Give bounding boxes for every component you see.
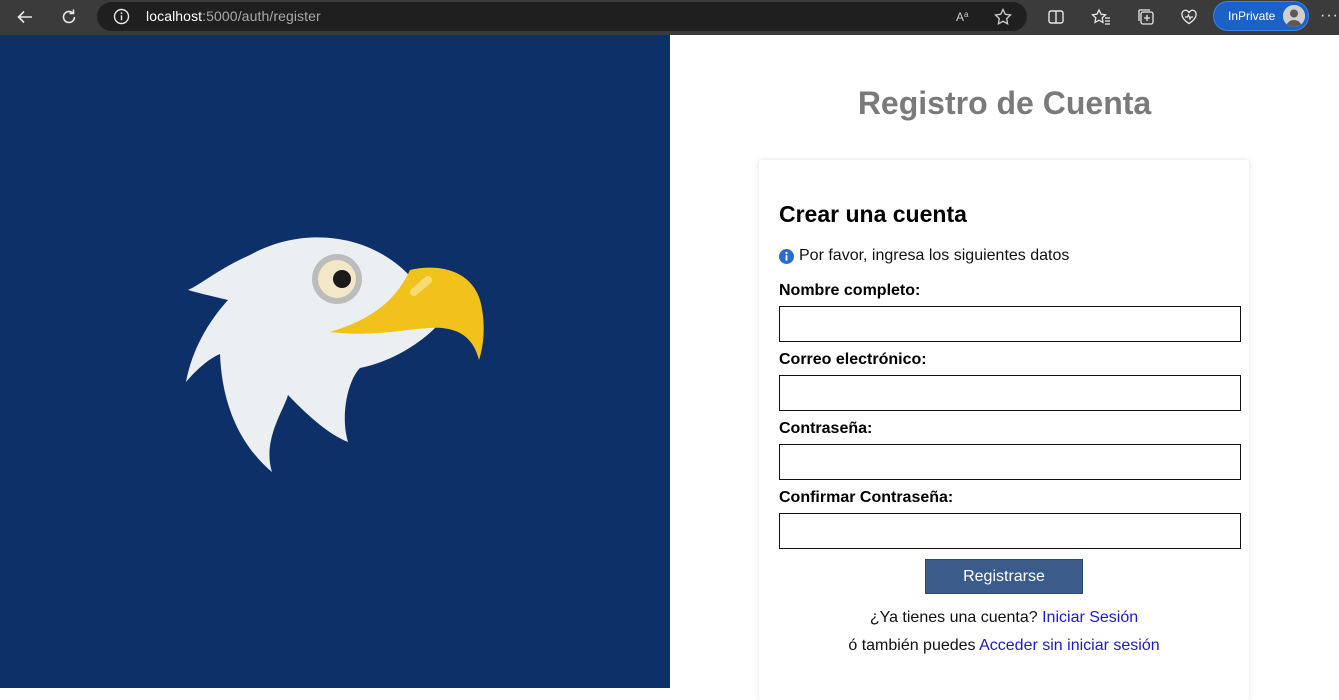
guest-access-link[interactable]: Acceder sin iniciar sesión xyxy=(979,637,1160,654)
confirm-password-label: Confirmar Contraseña: xyxy=(779,489,954,506)
svg-text:A: A xyxy=(956,10,964,24)
address-bar[interactable]: localhost:5000/auth/register A a xyxy=(97,2,1027,31)
refresh-button[interactable] xyxy=(55,4,83,30)
profile-icon xyxy=(1283,5,1305,27)
eagle-head xyxy=(186,237,435,472)
svg-text:a: a xyxy=(964,10,969,19)
form-note-text: Por favor, ingresa los siguientes datos xyxy=(799,247,1070,264)
login-prompt: ¿Ya tienes una cuenta? xyxy=(869,609,1038,626)
login-line: ¿Ya tienes una cuenta? Iniciar Sesión xyxy=(759,609,1249,627)
eagle-pupil xyxy=(333,270,351,288)
favorite-star-icon[interactable] xyxy=(993,7,1013,27)
guest-line: ó también puedes Acceder sin iniciar ses… xyxy=(759,637,1249,655)
read-aloud-icon[interactable]: A a xyxy=(954,7,974,27)
url-host: localhost xyxy=(146,8,203,24)
collections-button[interactable] xyxy=(1135,6,1157,28)
full-name-input[interactable] xyxy=(779,306,1241,342)
page-title: Registro de Cuenta xyxy=(857,85,1152,121)
email-input[interactable] xyxy=(779,375,1241,411)
full-name-label: Nombre completo: xyxy=(779,282,921,299)
back-arrow-icon xyxy=(17,10,32,24)
register-panel: Registro de Cuenta Crear una cuenta Por … xyxy=(670,35,1339,700)
inprivate-button[interactable]: InPrivate xyxy=(1213,1,1309,31)
avatar xyxy=(1283,5,1305,27)
browser-essentials-button[interactable] xyxy=(1178,6,1200,28)
browser-essentials-icon xyxy=(1181,9,1197,25)
split-screen-icon xyxy=(1048,10,1064,24)
url-path: :5000/auth/register xyxy=(202,8,321,24)
browser-toolbar: localhost:5000/auth/register A a InPriva… xyxy=(0,0,1339,35)
url-text[interactable]: localhost:5000/auth/register xyxy=(146,8,321,24)
eagle-logo xyxy=(186,237,484,472)
form-heading: Crear una cuenta xyxy=(779,201,967,227)
login-link[interactable]: Iniciar Sesión xyxy=(1042,609,1138,626)
info-icon xyxy=(779,248,794,264)
guest-prompt: ó también puedes xyxy=(848,637,976,654)
more-button[interactable]: ··· xyxy=(1320,8,1339,24)
password-input[interactable] xyxy=(779,444,1241,480)
split-screen-button[interactable] xyxy=(1045,6,1067,28)
more-icon: ··· xyxy=(1320,7,1339,24)
inprivate-label: InPrivate xyxy=(1228,9,1276,23)
confirm-password-input[interactable] xyxy=(779,513,1241,549)
brand-panel xyxy=(0,35,670,688)
favorites-icon xyxy=(1091,8,1110,25)
register-card: Crear una cuenta Por favor, ingresa los … xyxy=(759,160,1249,700)
collections-icon xyxy=(1138,9,1154,25)
favorites-button[interactable] xyxy=(1090,6,1112,28)
refresh-icon xyxy=(62,9,76,24)
register-button[interactable]: Registrarse xyxy=(925,559,1083,594)
email-label: Correo electrónico: xyxy=(779,351,927,368)
info-icon[interactable] xyxy=(113,8,130,25)
password-label: Contraseña: xyxy=(779,420,873,437)
back-button[interactable] xyxy=(11,4,39,30)
form-note: Por favor, ingresa los siguientes datos xyxy=(779,247,1069,265)
